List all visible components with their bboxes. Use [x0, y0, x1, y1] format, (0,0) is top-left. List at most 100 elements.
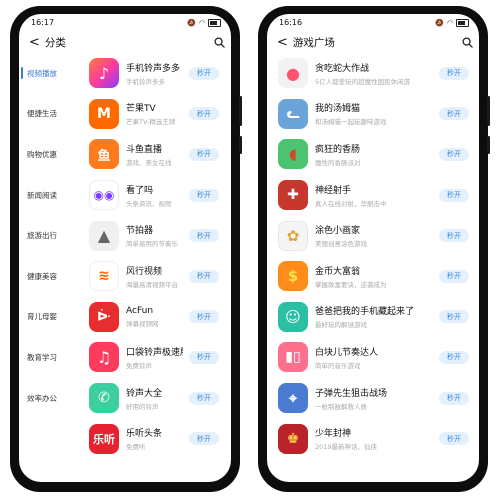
category-label: 视频播放 — [27, 68, 57, 78]
app-name: 铃声大全 — [126, 388, 163, 399]
status-time: 16:16 — [279, 18, 303, 27]
open-button[interactable]: 秒开 — [189, 229, 219, 243]
list-item[interactable]: ◉◉ 看了吗 头条资讯、视频 秒开 — [69, 175, 231, 216]
volume-button — [487, 96, 490, 126]
list-item[interactable]: ⌖ 子弹先生狙击战场 一枪制敌解救人质 秒开 — [267, 378, 479, 419]
note-icon: ♫ — [89, 342, 119, 373]
open-button[interactable]: 秒开 — [439, 269, 469, 283]
left-screen: 16:17 🔕 ◠ < 分类 视频播放 便捷生活 购物优惠 新闻阅读 旅游出行 … — [19, 14, 231, 482]
eyes-icon: ◉◉ — [89, 180, 119, 211]
app-desc: 手机铃声多多 — [126, 77, 165, 86]
app-desc: 芒果TV-精选王牌 — [126, 118, 176, 127]
open-button[interactable]: 秒开 — [439, 188, 469, 202]
fish-icon: 鱼 — [89, 139, 119, 170]
piano-icon: ▮▯ — [278, 342, 308, 373]
mute-icon: 🔕 — [187, 18, 196, 27]
list-item[interactable]: ▲ 节拍器 简单易用的节奏乐 秒开 — [69, 215, 231, 256]
game-desc: 真人在线对射，华丽击中 — [315, 199, 387, 208]
list-item[interactable]: ≋ 风行视频 海量高清视频平台 秒开 — [69, 256, 231, 297]
list-item[interactable]: ☺ 爸爸把我的手机藏起来了 最好玩的解谜游戏 秒开 — [267, 297, 479, 338]
game-desc: 掌握致富要诀，逆袭成为 — [315, 280, 387, 289]
category-label: 旅游出行 — [27, 231, 57, 241]
list-item[interactable]: ● 贪吃蛇大作战 5亿人都爱玩的超魔性国民休闲游 秒开 — [267, 53, 479, 94]
open-button[interactable]: 秒开 — [439, 147, 469, 161]
open-button[interactable]: 秒开 — [189, 269, 219, 283]
app-desc: 免费听 — [126, 443, 146, 452]
category-shopping[interactable]: 购物优惠 — [19, 134, 67, 175]
category-office[interactable]: 效率办公 — [19, 378, 67, 419]
game-name: 子弹先生狙击战场 — [315, 388, 388, 399]
battery-icon — [456, 18, 469, 27]
app-name: 口袋铃声极速版 — [126, 347, 183, 358]
category-education[interactable]: 教育学习 — [19, 337, 67, 378]
list-item[interactable]: ♫ 口袋铃声极速版 免费铃声 秒开 — [69, 337, 231, 378]
game-name: 我的汤姆猫 — [315, 104, 361, 115]
category-label: 购物优惠 — [27, 149, 57, 159]
category-label: 效率办公 — [27, 393, 57, 403]
search-icon[interactable] — [462, 36, 473, 48]
app-name: 看了吗 — [126, 185, 154, 196]
list-item[interactable]: ᐕ AcFun 弹幕视频网 秒开 — [69, 297, 231, 338]
game-desc: 最好玩的解谜游戏 — [315, 321, 367, 330]
app-desc: 好用的铃声 — [126, 402, 159, 411]
category-news[interactable]: 新闻阅读 — [19, 175, 67, 216]
open-button[interactable]: 秒开 — [189, 188, 219, 202]
open-button[interactable]: 秒开 — [439, 107, 469, 121]
app-name: 手机铃声多多 — [126, 63, 181, 74]
list-item[interactable]: ▮▯ 白块儿节奏达人 简单的音乐游戏 秒开 — [267, 337, 479, 378]
open-button[interactable]: 秒开 — [439, 66, 469, 80]
game-desc: 一枪制敌解救人质 — [315, 402, 367, 411]
category-travel[interactable]: 旅游出行 — [19, 215, 67, 256]
app-name: 斗鱼直播 — [126, 144, 163, 155]
game-name: 爸爸把我的手机藏起来了 — [315, 307, 415, 318]
acfun-icon: ᐕ — [89, 301, 119, 332]
open-button[interactable]: 秒开 — [189, 391, 219, 405]
list-item[interactable]: 乐听 乐听头条 免费听 秒开 — [69, 418, 231, 459]
list-item[interactable]: ♪ 手机铃声多多 手机铃声多多 秒开 — [69, 53, 231, 94]
left-phone: 16:17 🔕 ◠ < 分类 视频播放 便捷生活 购物优惠 新闻阅读 旅游出行 … — [10, 6, 242, 492]
open-button[interactable]: 秒开 — [189, 432, 219, 446]
category-life[interactable]: 便捷生活 — [19, 94, 67, 135]
app-name: 风行视频 — [126, 266, 163, 277]
search-icon[interactable] — [214, 36, 225, 48]
list-item[interactable]: ✿ 涂色小画家 美丽创意涂色游戏 秒开 — [267, 215, 479, 256]
category-parenting[interactable]: 育儿母婴 — [19, 297, 67, 338]
open-button[interactable]: 秒开 — [189, 107, 219, 121]
open-button[interactable]: 秒开 — [439, 350, 469, 364]
game-name: 少年封神 — [315, 429, 352, 440]
open-button[interactable]: 秒开 — [189, 147, 219, 161]
category-video[interactable]: 视频播放 — [19, 53, 67, 94]
list-item[interactable]: ᓚ 我的汤姆猫和汤姆猫一起玩趣味游戏 秒开 — [267, 94, 479, 135]
back-button[interactable]: < — [29, 35, 40, 50]
open-button[interactable]: 秒开 — [439, 310, 469, 324]
game-name: 贪吃蛇大作战 — [315, 63, 370, 74]
list-item[interactable]: 鱼 斗鱼直播 游戏、美女在线 秒开 — [69, 134, 231, 175]
open-button[interactable]: 秒开 — [189, 350, 219, 364]
open-button[interactable]: 秒开 — [439, 229, 469, 243]
list-item[interactable]: ✆ 铃声大全 好用的铃声 秒开 — [69, 378, 231, 419]
right-phone: 16:16 🔕 ◠ < 游戏广场 ● 贪吃蛇大作战 5亿人都爱玩的超魔性国民休闲游… — [258, 6, 490, 492]
category-health[interactable]: 健康美容 — [19, 256, 67, 297]
list-item[interactable]: ♚ 少年封神 2019最新神话、仙侠 秒开 — [267, 418, 479, 459]
game-desc: 和汤姆猫一起玩趣味游戏 — [315, 118, 387, 127]
open-button[interactable]: 秒开 — [189, 310, 219, 324]
app-name: 乐听头条 — [126, 429, 163, 440]
open-button[interactable]: 秒开 — [189, 66, 219, 80]
cat-icon: ᓚ — [278, 98, 308, 129]
back-button[interactable]: < — [277, 35, 288, 50]
hide-phone-icon: ☺ — [278, 301, 308, 332]
game-name: 白块儿节奏达人 — [315, 347, 379, 358]
battery-icon — [208, 18, 221, 27]
power-button — [487, 136, 490, 154]
status-bar: 16:17 🔕 ◠ — [19, 14, 231, 31]
open-button[interactable]: 秒开 — [439, 432, 469, 446]
open-button[interactable]: 秒开 — [439, 391, 469, 405]
list-item[interactable]: ◖ 疯狂的香肠 魔性的香肠派对 秒开 — [267, 134, 479, 175]
game-name: 涂色小画家 — [315, 226, 361, 237]
list-item[interactable]: ✚ 神经射手 真人在线对射，华丽击中 秒开 — [267, 175, 479, 216]
paint-icon: ✿ — [278, 220, 308, 251]
list-item[interactable]: $ 金币大富翁 掌握致富要诀，逆袭成为 秒开 — [267, 256, 479, 297]
list-item[interactable]: M 芒果TV 芒果TV-精选王牌 秒开 — [69, 94, 231, 135]
volume-button — [239, 96, 242, 126]
app-name: 芒果TV — [126, 104, 156, 115]
